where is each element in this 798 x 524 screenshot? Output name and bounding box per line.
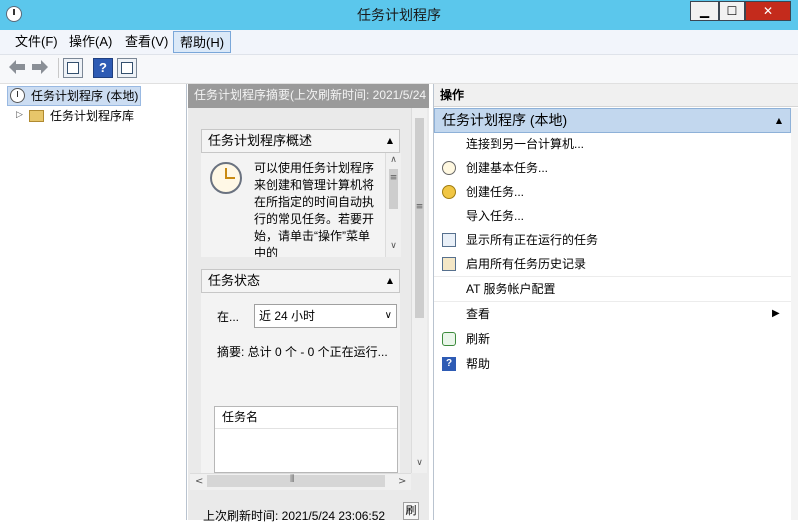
forward-arrow-icon[interactable]: [32, 60, 48, 74]
menu-help[interactable]: 帮助(H): [173, 31, 232, 53]
action-label: 创建基本任务...: [466, 161, 549, 175]
action-label: 启用所有任务历史记录: [466, 257, 587, 271]
expand-arrow-icon[interactable]: ▷: [16, 110, 23, 120]
status-range-label: 在...: [217, 310, 240, 324]
close-button[interactable]: ✕: [745, 1, 791, 21]
actions-group-header[interactable]: 任务计划程序 (本地) ▲: [434, 108, 791, 133]
submenu-arrow-icon: ▶: [772, 308, 780, 319]
basic-task-icon: [442, 161, 456, 175]
action-at-service-config[interactable]: AT 服务帐户配置: [434, 277, 791, 302]
status-title: 任务状态: [208, 273, 261, 288]
overview-description: 可以使用任务计划程序来创建和管理计算机将在所指定的时间自动执行的常见任务。若要开…: [254, 161, 374, 257]
collapse-icon[interactable]: ▲: [387, 270, 393, 292]
action-enable-history[interactable]: 启用所有任务历史记录: [434, 252, 791, 277]
menu-action[interactable]: 操作(A): [63, 30, 118, 54]
action-label: 刷新: [466, 332, 491, 346]
horizontal-scroll-thumb[interactable]: [207, 475, 385, 487]
show-hide-console-tree-button[interactable]: [63, 58, 83, 78]
history-icon: [442, 257, 456, 271]
collapse-icon[interactable]: ▲: [387, 130, 393, 152]
scroll-left-icon[interactable]: <: [195, 474, 203, 490]
status-range-value: 近 24 小时: [259, 309, 316, 323]
actions-header: 操作: [434, 84, 798, 107]
window-title: 任务计划程序: [357, 7, 441, 23]
action-refresh[interactable]: 刷新: [434, 327, 791, 351]
scroll-grip-icon: ≡: [389, 173, 398, 183]
action-label: 查看: [466, 307, 491, 321]
scroll-down-icon[interactable]: ∨: [386, 241, 401, 251]
back-arrow-icon[interactable]: [9, 60, 25, 74]
clock-icon: [10, 88, 25, 103]
scroll-grip-icon: ≡: [415, 202, 424, 212]
action-label: 帮助: [466, 357, 491, 371]
last-refresh-time: 上次刷新时间: 2021/5/24 23:06:52: [203, 509, 386, 523]
folder-icon: [29, 110, 44, 122]
action-import-task[interactable]: 导入任务...: [434, 204, 791, 228]
collapse-icon[interactable]: ▲: [776, 109, 782, 132]
action-create-task[interactable]: 创建任务...: [434, 180, 791, 204]
scroll-right-icon[interactable]: >: [398, 474, 406, 490]
help-toolbar-button[interactable]: ?: [93, 58, 113, 78]
refresh-button[interactable]: 刷: [403, 502, 419, 520]
console-tree-icon: [67, 62, 79, 74]
running-tasks-icon: [442, 233, 456, 247]
status-range-select[interactable]: 近 24 小时 ∨: [254, 304, 397, 328]
overview-clock-icon: [210, 162, 242, 194]
scroll-down-icon[interactable]: ∨: [412, 458, 427, 468]
action-label: AT 服务帐户配置: [466, 282, 556, 296]
toolbar-separator: [58, 58, 59, 78]
scroll-grip-icon: ⦀: [290, 474, 295, 485]
overview-section-header[interactable]: 任务计划程序概述 ▲: [201, 129, 400, 153]
minimize-button[interactable]: ▁: [690, 1, 719, 21]
overview-title: 任务计划程序概述: [208, 133, 313, 148]
tree-item-library[interactable]: 任务计划程序库: [50, 106, 134, 126]
summary-header: 任务计划程序摘要(上次刷新时间: 2021/5/24: [188, 84, 429, 108]
action-label: 连接到另一台计算机...: [466, 137, 585, 151]
menu-file[interactable]: 文件(F): [9, 30, 64, 54]
refresh-icon: [442, 332, 456, 346]
chevron-down-icon: ∨: [384, 310, 392, 321]
actions-pane-edge: [791, 108, 798, 520]
menu-view[interactable]: 查看(V): [119, 30, 174, 54]
overview-scrollbar[interactable]: ∧ ≡ ∨: [385, 153, 401, 257]
actions-group-title: 任务计划程序 (本地): [442, 112, 568, 128]
summary-vertical-scrollbar[interactable]: ≡ ∨: [411, 108, 427, 473]
scroll-up-icon[interactable]: ∧: [386, 155, 401, 165]
action-view[interactable]: 查看 ▶: [434, 302, 791, 326]
maximize-button[interactable]: ☐: [719, 1, 745, 21]
task-name-column-header[interactable]: 任务名: [215, 407, 397, 429]
action-help[interactable]: ? 帮助: [434, 352, 791, 376]
show-hide-action-pane-button[interactable]: [117, 58, 137, 78]
action-show-running-tasks[interactable]: 显示所有正在运行的任务: [434, 228, 791, 252]
action-pane-icon: [121, 62, 133, 74]
tree-item-local-label: 任务计划程序 (本地): [31, 89, 139, 103]
action-label: 导入任务...: [466, 209, 525, 223]
action-create-basic-task[interactable]: 创建基本任务...: [434, 156, 791, 180]
help-icon: ?: [442, 357, 456, 371]
action-label: 创建任务...: [466, 185, 525, 199]
console-tree: [0, 84, 187, 520]
scroll-thumb[interactable]: [415, 118, 424, 318]
create-task-icon: [442, 185, 456, 199]
action-connect-computer[interactable]: 连接到另一台计算机...: [434, 132, 791, 156]
action-label: 显示所有正在运行的任务: [466, 233, 599, 247]
status-summary: 摘要: 总计 0 个 - 0 个正在运行...: [217, 345, 388, 359]
status-section-header[interactable]: 任务状态 ▲: [201, 269, 400, 293]
